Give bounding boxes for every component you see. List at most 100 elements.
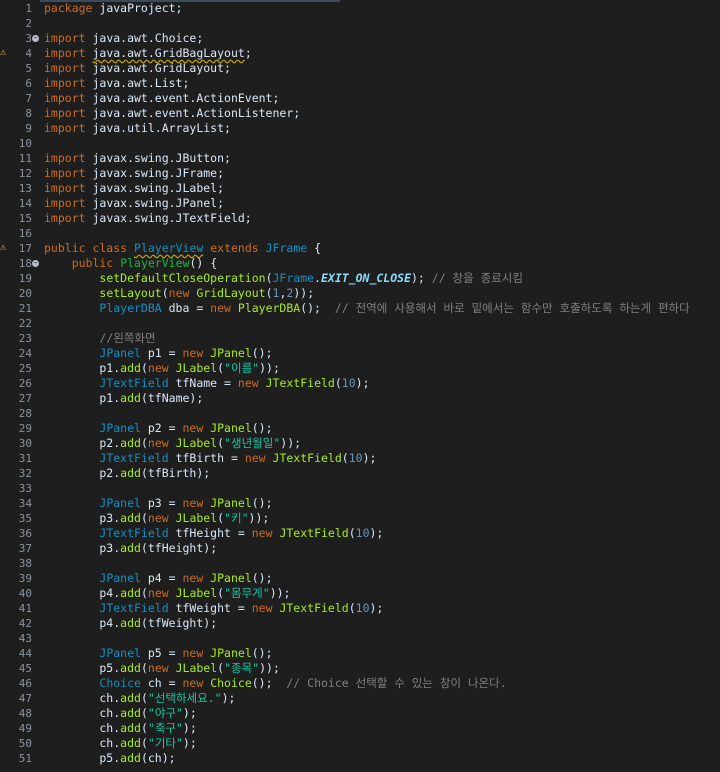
code-token: add [120,661,141,675]
code-text: public class PlayerView extends JFrame { [44,241,321,256]
code-line[interactable]: 34 JPanel p3 = new JPanel(); [0,496,720,511]
code-text: p4.add(tfWeight); [44,616,217,631]
line-number: 41 [18,602,32,615]
code-token: tfWeight = [168,601,252,615]
code-line[interactable]: 15 import javax.swing.JTextField; [0,211,720,226]
code-token: () { [189,256,218,270]
code-line[interactable]: 30 p2.add(new JLabel("생년월일")); [0,436,720,451]
code-line[interactable]: 36 JTextField tfHeight = new JTextField(… [0,526,720,541]
line-number: 51 [18,752,32,765]
code-line[interactable]: 29 JPanel p2 = new JPanel(); [0,421,720,436]
code-text: p4.add(new JLabel("몸무게")); [44,586,290,601]
code-line[interactable]: 11 import javax.swing.JButton; [0,151,720,166]
code-token: (); [251,421,273,435]
code-line[interactable]: 6 import java.awt.List; [0,76,720,91]
code-line[interactable]: 38 [0,556,720,571]
code-line[interactable]: 40 p4.add(new JLabel("몸무게")); [0,586,720,601]
code-line[interactable]: 27 p1.add(tfName); [0,391,720,406]
code-token: ); [362,451,377,465]
code-token: package [44,1,93,15]
code-token: p5. [44,751,121,765]
code-line[interactable]: 39 JPanel p4 = new JPanel(); [0,571,720,586]
code-line[interactable]: 3− import java.awt.Choice; [0,31,720,46]
code-line[interactable]: 7 import java.awt.event.ActionEvent; [0,91,720,106]
code-area[interactable]: 1 package javaProject; 2 3− import java.awt.… [0,1,720,766]
code-line[interactable]: 9 import java.util.ArrayList; [0,121,720,136]
code-line[interactable]: 45 p5.add(new JLabel("종목")); [0,661,720,676]
code-line[interactable]: 12 import javax.swing.JFrame; [0,166,720,181]
code-token: { [307,241,322,255]
code-line[interactable]: 21 PlayerDBA dba = new PlayerDBA(); // 전… [0,301,720,316]
fold-toggle-icon[interactable]: − [32,260,39,267]
code-line[interactable]: 20 setLayout(new GridLayout(1,2)); [0,286,720,301]
code-text: JTextField tfHeight = new JTextField(10)… [44,526,383,541]
code-text: p1.add(tfName); [44,391,203,406]
line-number: 38 [18,557,32,570]
code-line[interactable]: 50 ch.add("기타"); [0,736,720,751]
code-line[interactable]: 2 [0,16,720,31]
code-token: javax.swing.JLabel; [85,181,225,195]
code-line[interactable]: 37 p3.add(tfHeight); [0,541,720,556]
code-line[interactable]: 5 import java.awt.GridLayout; [0,61,720,76]
code-line[interactable]: 31 JTextField tfBirth = new JTextField(1… [0,451,720,466]
code-line[interactable]: 28 [0,406,720,421]
code-line[interactable]: 51 p5.add(ch); [0,751,720,766]
line-number: 9 [25,122,32,135]
code-line[interactable]: 18− public PlayerView() { [0,256,720,271]
code-text: JPanel p4 = new JPanel(); [44,571,272,586]
code-token: (); [251,496,273,510]
code-line[interactable]: 22 [0,316,720,331]
code-line[interactable]: 26 JTextField tfName = new JTextField(10… [0,376,720,391]
code-token: java.awt.GridBagLayout [92,46,245,60]
code-line[interactable]: 8 import java.awt.event.ActionListener; [0,106,720,121]
code-line[interactable]: 48 ch.add("야구"); [0,706,720,721]
code-line[interactable]: 47 ch.add("선택하세요."); [0,691,720,706]
code-token: add [120,436,141,450]
code-line[interactable]: ⚠ 4 import java.awt.GridBagLayout; [0,46,720,61]
code-token: )); [259,661,280,675]
code-line[interactable]: 43 [0,631,720,646]
code-token: public class [44,241,128,255]
code-line[interactable]: 41 JTextField tfWeight = new JTextField(… [0,601,720,616]
code-text: import java.awt.Choice; [44,31,203,46]
code-line[interactable]: 25 p1.add(new JLabel("이름")); [0,361,720,376]
code-line[interactable]: 10 [0,136,720,151]
code-token: new [210,301,231,315]
code-line[interactable]: 44 JPanel p5 = new JPanel(); [0,646,720,661]
code-line[interactable]: 13 import javax.swing.JLabel; [0,181,720,196]
code-token: JPanel [210,421,252,435]
code-token: ( [140,436,148,450]
code-line[interactable]: 49 ch.add("축구"); [0,721,720,736]
line-number: 31 [18,452,32,465]
code-line[interactable]: ⚠ 17 public class PlayerView extends JFram… [0,241,720,256]
fold-toggle-icon[interactable]: − [32,35,39,42]
code-line[interactable]: 42 p4.add(tfWeight); [0,616,720,631]
code-token: JTextField [99,526,169,540]
code-line[interactable]: 33 [0,481,720,496]
code-line[interactable]: 46 Choice ch = new Choice(); // Choice 선… [0,676,720,691]
code-token: p5 = [140,646,183,660]
code-token: "축구" [147,721,183,735]
code-token: ch = [140,676,183,690]
code-line[interactable]: 19 setDefaultCloseOperation(JFrame.EXIT_… [0,271,720,286]
code-line[interactable]: 35 p3.add(new JLabel("키")); [0,511,720,526]
code-line[interactable]: 32 p2.add(tfBirth); [0,466,720,481]
code-token: ( [348,601,356,615]
code-line[interactable]: 23 //왼쪽화면 [0,331,720,346]
code-token: ch. [44,736,121,750]
code-token: JPanel [99,496,141,510]
code-token: extends [210,241,259,255]
code-line[interactable]: 16 [0,226,720,241]
code-editor[interactable]: 1 package javaProject; 2 3− import java.awt.… [0,0,720,772]
line-number: 28 [18,407,32,420]
code-token: new [182,646,204,660]
code-token: add [120,511,141,525]
code-line[interactable]: 1 package javaProject; [0,1,720,16]
code-line[interactable]: 14 import javax.swing.JPanel; [0,196,720,211]
code-line[interactable]: 24 JPanel p1 = new JPanel(); [0,346,720,361]
